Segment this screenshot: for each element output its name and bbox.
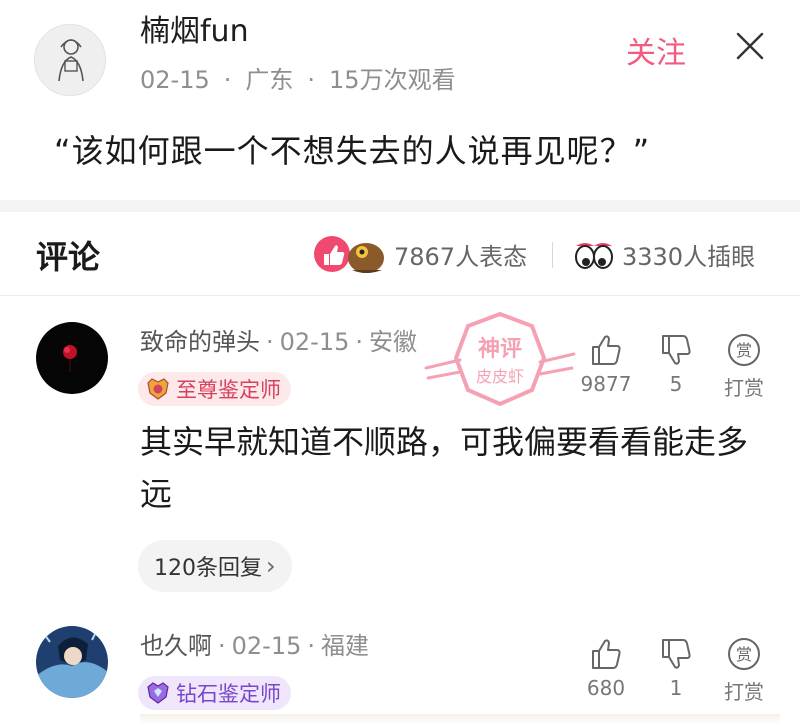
tip-coin-icon: 赏 (728, 638, 760, 670)
appraiser-badge[interactable]: 钻石鉴定师 (138, 676, 291, 710)
eyes-count: 3330人插眼 (622, 242, 756, 271)
like-button[interactable]: 680 (576, 636, 636, 700)
dislike-button[interactable]: 5 (646, 332, 706, 396)
tip-button[interactable]: 赏 打赏 (714, 636, 774, 705)
post-header: 楠烟fun 02-15 · 广东 · 15万次观看 关注 “该如何跟一个不想失去的人说再… (0, 0, 800, 200)
commenter-name[interactable]: 也久啊 (140, 632, 212, 660)
author-avatar[interactable] (34, 24, 106, 96)
comment-location: 安徽 (369, 328, 418, 356)
comment-text: 其实早就知道不顺路，可我偏要看看能走多远 (140, 423, 749, 513)
comment-item: 致命的弹头 · 02-15 · 安徽 至尊鉴定师 其实早就知道不顺路，可我偏要看看能走多… (0, 300, 800, 600)
like-count: 680 (586, 676, 626, 700)
tip-coin-icon: 赏 (728, 334, 760, 366)
tip-button[interactable]: 赏 打赏 (714, 332, 774, 401)
dislike-count: 5 (669, 372, 683, 396)
comments-header: 评论 7867人表态 3330人插眼 (0, 212, 800, 296)
comment-location: 福建 (321, 632, 370, 660)
crown-medal-icon (147, 378, 169, 400)
diamond-medal-icon (147, 682, 169, 704)
comment-date: 02-15 (279, 328, 350, 356)
post-title: “该如何跟一个不想失去的人说再见呢？” (54, 132, 651, 170)
commenter-name[interactable]: 致命的弹头 (140, 328, 260, 356)
commenter-avatar[interactable] (36, 626, 108, 698)
dislike-count: 1 (669, 676, 683, 700)
like-count: 9877 (580, 372, 632, 396)
post-location: 广东 (245, 66, 294, 94)
comment-meta: 致命的弹头 · 02-15 · 安徽 (140, 328, 418, 356)
appraiser-badge[interactable]: 至尊鉴定师 (138, 372, 291, 406)
comment-item: 也久啊 · 02-15 · 福建 钻石鉴定师 680 1 赏 打赏 (0, 610, 800, 725)
view-replies-button[interactable]: 120条回复 › (138, 540, 292, 592)
stats-separator (552, 242, 553, 268)
reactions-summary[interactable]: 7867人表态 (312, 232, 527, 276)
comments-title: 评论 (36, 238, 101, 276)
thumbs-down-icon (662, 335, 691, 365)
anime-avatar-icon (36, 626, 108, 698)
commenter-avatar[interactable] (36, 322, 108, 394)
replies-label: 120条回复 (154, 556, 262, 581)
svg-text:赏: 赏 (736, 341, 752, 360)
post-meta: 02-15 · 广东 · 15万次观看 (140, 66, 456, 94)
next-comment-preview (140, 714, 780, 725)
rose-avatar-icon (36, 322, 108, 394)
thumbs-up-icon (592, 639, 621, 669)
svg-text:赏: 赏 (736, 645, 752, 664)
chevron-right-icon: › (266, 552, 276, 580)
author-name[interactable]: 楠烟fun (140, 6, 249, 50)
tip-label: 打赏 (724, 680, 764, 704)
follow-button[interactable]: 关注 (626, 28, 686, 72)
author-avatar-sketch-icon (35, 25, 105, 95)
badge-label: 钻石鉴定师 (176, 682, 281, 706)
post-views: 15万次观看 (329, 66, 456, 94)
reactions-count: 7867人表态 (394, 242, 528, 271)
eyes-summary[interactable]: 3330人插眼 (572, 232, 755, 276)
section-divider (0, 200, 800, 212)
thumbs-down-icon (662, 639, 691, 669)
eyes-emoji-icon (575, 243, 613, 269)
reaction-emoji-icon (314, 236, 384, 273)
tip-label: 打赏 (724, 376, 764, 400)
dislike-button[interactable]: 1 (646, 636, 706, 700)
thumbs-up-icon (592, 335, 621, 365)
post-date: 02-15 (140, 66, 210, 94)
close-icon[interactable] (734, 30, 766, 62)
badge-label: 至尊鉴定师 (176, 378, 281, 402)
comment-date: 02-15 (231, 632, 302, 660)
comment-meta: 也久啊 · 02-15 · 福建 (140, 632, 370, 660)
like-button[interactable]: 9877 (576, 332, 636, 396)
